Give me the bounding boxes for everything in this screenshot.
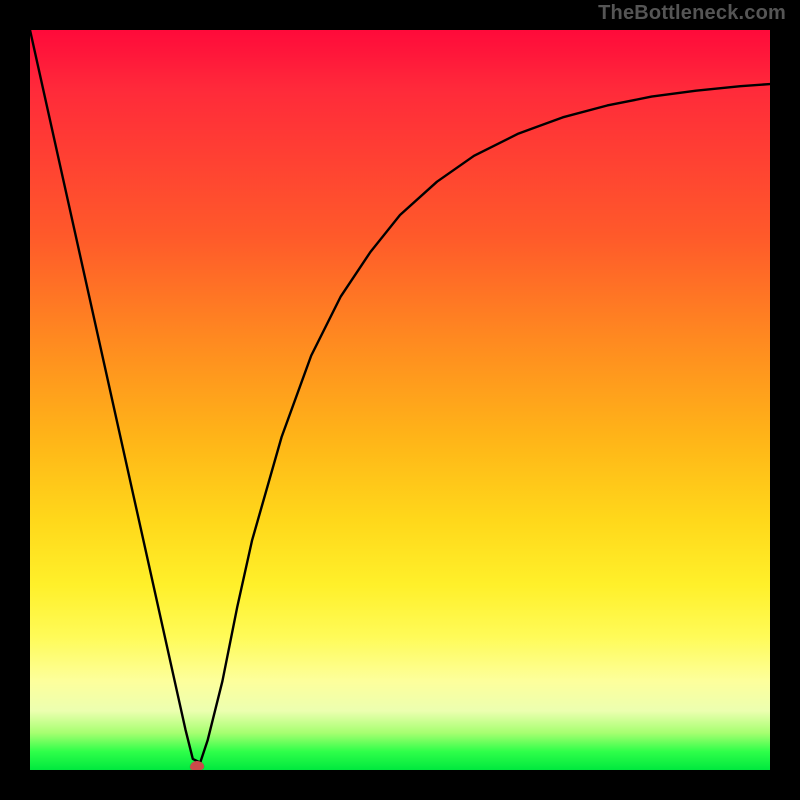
bottleneck-curve xyxy=(30,30,770,770)
chart-frame: TheBottleneck.com xyxy=(0,0,800,800)
plot-area xyxy=(30,30,770,770)
watermark-text: TheBottleneck.com xyxy=(598,2,786,25)
